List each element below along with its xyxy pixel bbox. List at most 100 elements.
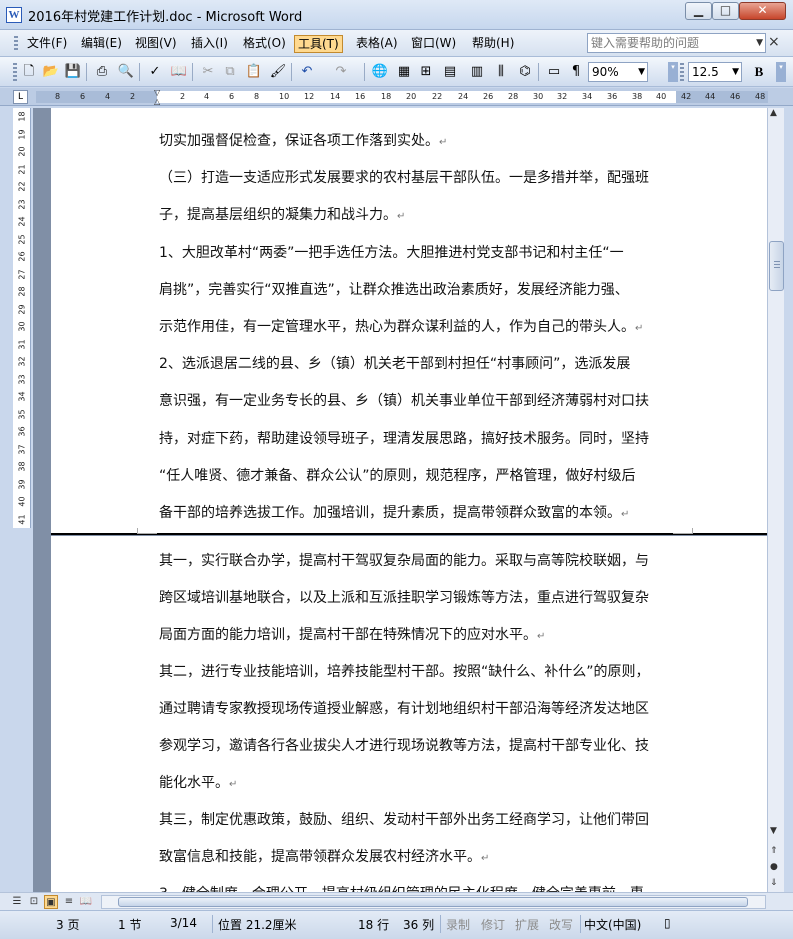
line-text: 致富信息和技能，提高带领群众发展农村经济水平。 — [159, 849, 481, 865]
status-overwrite[interactable]: 改写 — [549, 916, 573, 933]
format-painter-icon[interactable]: 🖌 — [269, 63, 287, 81]
document-text-line[interactable]: 3、健全制度，合理公开，提高村级组织管理的民主化程度。健全完善惠前、惠 — [159, 883, 644, 892]
tables-borders-icon[interactable]: ▦ — [395, 63, 413, 81]
paste-icon[interactable]: 📋 — [245, 63, 263, 81]
document-text-line[interactable]: 持，对症下药，帮助建设领导班子，理清发展思路，搞好技术服务。同时，坚持 — [159, 428, 649, 448]
spelling-status-icon[interactable]: ▯ — [664, 916, 671, 930]
status-record[interactable]: 录制 — [446, 916, 470, 933]
chevron-down-icon[interactable]: ▼ — [732, 63, 739, 81]
insert-excel-icon[interactable]: ▤ — [441, 63, 459, 81]
font-size-select[interactable]: 12.5 ▼ — [688, 62, 742, 82]
reading-layout-icon[interactable]: 📖 — [79, 895, 93, 909]
document-text-line[interactable]: 意识强，有一定业务专长的县、乡（镇）机关事业单位干部到经济薄弱村对口扶 — [159, 390, 649, 410]
document-text-line[interactable]: 致富信息和技能，提高带领群众发展农村经济水平。↵ — [159, 846, 489, 866]
document-text-line[interactable]: 备干部的培养选拔工作。加强培训，提升素质，提高带领群众致富的本领。↵ — [159, 502, 629, 522]
document-page[interactable]: 切实加强督促检查，保证各项工作落到实处。↵ （三）打造一支适应形式发展要求的农村基… — [51, 108, 767, 534]
undo-icon[interactable]: ↶ — [298, 63, 316, 81]
document-text-line[interactable]: 通过聘请专家教授现场传道授业解惑，有计划地组织村干部沿海等经济发达地区 — [159, 698, 649, 718]
menu-window[interactable]: 窗口(W) — [408, 35, 459, 53]
document-text-line[interactable]: 跨区域培训基地联合，以及上派和互派挂职学习锻炼等方法，重点进行驾驭复杂 — [159, 587, 649, 607]
menu-table[interactable]: 表格(A) — [353, 35, 401, 53]
web-layout-icon[interactable]: ⊡ — [27, 895, 41, 909]
bold-button[interactable]: B — [750, 63, 768, 81]
formatting-options-icon[interactable]: ▾ — [776, 62, 786, 82]
word-app-icon[interactable]: W — [6, 7, 22, 23]
menu-edit[interactable]: 编辑(E) — [78, 35, 125, 53]
menu-format[interactable]: 格式(O) — [240, 35, 289, 53]
vertical-ruler[interactable]: 18 19 20 21 22 23 24 25 26 27 28 29 30 31 32 33 34 35 36 37… — [13, 108, 31, 528]
window-title: 2016年村党建工作计划.doc - Microsoft Word — [28, 10, 303, 25]
read-mode-icon[interactable]: ▭ — [545, 63, 563, 81]
menu-help[interactable]: 帮助(H) — [469, 35, 517, 53]
toolbar-grip[interactable] — [13, 63, 17, 81]
maximize-button[interactable]: □ — [712, 2, 739, 20]
spelling-check-icon[interactable]: ✓ — [146, 63, 164, 81]
status-language[interactable]: 中文(中国) — [584, 916, 641, 933]
document-text-line[interactable]: 其三，制定优惠政策，鼓励、组织、发动村干部外出务工经商学习，让他们带回 — [159, 809, 649, 829]
horizontal-scroll-thumb[interactable] — [118, 897, 748, 907]
scroll-down-icon[interactable]: ▼ — [770, 826, 777, 836]
open-folder-icon[interactable]: 📂 — [42, 63, 60, 81]
normal-view-icon[interactable]: ☰ — [10, 895, 24, 909]
document-text-line[interactable]: 其二，进行专业技能培训，培养技能型村干部。按照“缺什么、补什么”的原则， — [159, 661, 650, 681]
drawing-icon[interactable]: ⫼ — [492, 63, 510, 81]
zoom-select[interactable]: 90% ▼ — [588, 62, 648, 82]
insert-table-icon[interactable]: ⊞ — [417, 63, 435, 81]
menu-insert[interactable]: 插入(I) — [188, 35, 231, 53]
document-map-icon[interactable]: ⌬ — [516, 63, 534, 81]
select-browse-object-icon[interactable]: ● — [770, 862, 778, 872]
document-text-line[interactable]: 局面方面的能力培训，提高村干部在特殊情况下的应对水平。↵ — [159, 624, 545, 644]
status-revise[interactable]: 修订 — [481, 916, 505, 933]
outline-view-icon[interactable]: ≡ — [62, 895, 76, 909]
save-icon[interactable]: 💾 — [64, 63, 82, 81]
chevron-down-icon[interactable]: ▼ — [756, 34, 763, 52]
vertical-scrollbar[interactable]: ▲ ▼ ⇑ ● ⇓ — [767, 108, 784, 892]
status-extend[interactable]: 扩展 — [515, 916, 539, 933]
menu-view[interactable]: 视图(V) — [132, 35, 180, 53]
print-layout-icon[interactable]: ▣ — [44, 895, 58, 909]
copy-icon[interactable]: ⧉ — [221, 63, 239, 81]
document-text-line[interactable]: 2、选派退居二线的县、乡（镇）机关老干部到村担任“村事顾问”，选派发展 — [159, 353, 630, 373]
document-text-line[interactable]: 子，提高基层组织的凝集力和战斗力。↵ — [159, 204, 405, 224]
line-text: 局面方面的能力培训，提高村干部在特殊情况下的应对水平。 — [159, 627, 537, 643]
new-document-icon[interactable]: 🗋 — [20, 63, 38, 81]
document-text-line[interactable]: 示范作用佳，有一定管理水平，热心为群众谋利益的人，作为自己的带头人。↵ — [159, 316, 643, 336]
formatting-toolbar-grip[interactable] — [680, 63, 684, 81]
menu-tools[interactable]: 工具(T) — [294, 35, 343, 53]
menu-file[interactable]: 文件(F) — [24, 35, 70, 53]
next-page-icon[interactable]: ⇓ — [770, 878, 778, 888]
document-text-line[interactable]: （三）打造一支适应形式发展要求的农村基层干部队伍。一是多措并举，配强班 — [159, 167, 649, 187]
document-text-line[interactable]: 肩挑”，完善实行“双推直选”，让群众推选出政治素质好，发展经济能力强、 — [159, 279, 629, 299]
document-page[interactable]: 其一，实行联合办学，提高村干驾驭复杂局面的能力。采取与高等院校联姻，与 跨区域培训… — [51, 536, 767, 892]
print-preview-icon[interactable]: 🔍 — [117, 63, 135, 81]
document-text-line[interactable]: 其一，实行联合办学，提高村干驾驭复杂局面的能力。采取与高等院校联姻，与 — [159, 550, 649, 570]
close-button[interactable]: ✕ — [739, 2, 786, 20]
indent-marker[interactable]: ▽ △ — [154, 88, 162, 106]
horizontal-scrollbar[interactable] — [101, 895, 766, 909]
print-icon[interactable]: ⎙ — [93, 63, 111, 81]
help-search-input[interactable]: 键入需要帮助的问题 ▼ — [587, 33, 766, 53]
horizontal-ruler[interactable]: L 8 6 4 2 2 4 6 8 10 12 14 16 18 20 22 24 26 28 30 32 34 36 38… — [0, 88, 793, 106]
document-close-icon[interactable]: × — [768, 34, 780, 50]
columns-icon[interactable]: ▥ — [468, 63, 486, 81]
research-icon[interactable]: 📖 — [170, 63, 188, 81]
tab-selector[interactable]: L — [13, 90, 28, 104]
menubar-grip[interactable] — [14, 36, 18, 52]
minimize-button[interactable]: ▁ — [685, 2, 712, 20]
document-text-line[interactable]: 参观学习，邀请各行各业拔尖人才进行现场说教等方法，提高村干部专业化、技 — [159, 735, 649, 755]
cut-icon[interactable]: ✂ — [199, 63, 217, 81]
document-text-line[interactable]: 能化水平。↵ — [159, 772, 237, 792]
page-break-line — [51, 533, 767, 535]
chevron-down-icon[interactable]: ▼ — [638, 63, 645, 81]
document-area[interactable]: 切实加强督促检查，保证各项工作落到实处。↵ （三）打造一支适应形式发展要求的农村基… — [33, 108, 767, 892]
document-text-line[interactable]: 1、大胆改革村“两委”一把手选任方法。大胆推进村党支部书记和村主任“一 — [159, 242, 624, 262]
previous-page-icon[interactable]: ⇑ — [770, 846, 778, 856]
scroll-thumb[interactable] — [769, 241, 784, 291]
scroll-up-icon[interactable]: ▲ — [770, 108, 777, 118]
document-text-line[interactable]: 切实加强督促检查，保证各项工作落到实处。↵ — [159, 130, 447, 150]
document-text-line[interactable]: “任人唯贤、德才兼备、群众公认”的原则，规范程序，严格管理，做好村级后 — [159, 465, 636, 485]
show-formatting-icon[interactable]: ¶ — [567, 63, 585, 81]
toolbar-options-icon[interactable]: ▾ — [668, 62, 678, 82]
redo-icon[interactable]: ↷ — [332, 63, 350, 81]
insert-hyperlink-icon[interactable]: 🌐 — [371, 63, 389, 81]
